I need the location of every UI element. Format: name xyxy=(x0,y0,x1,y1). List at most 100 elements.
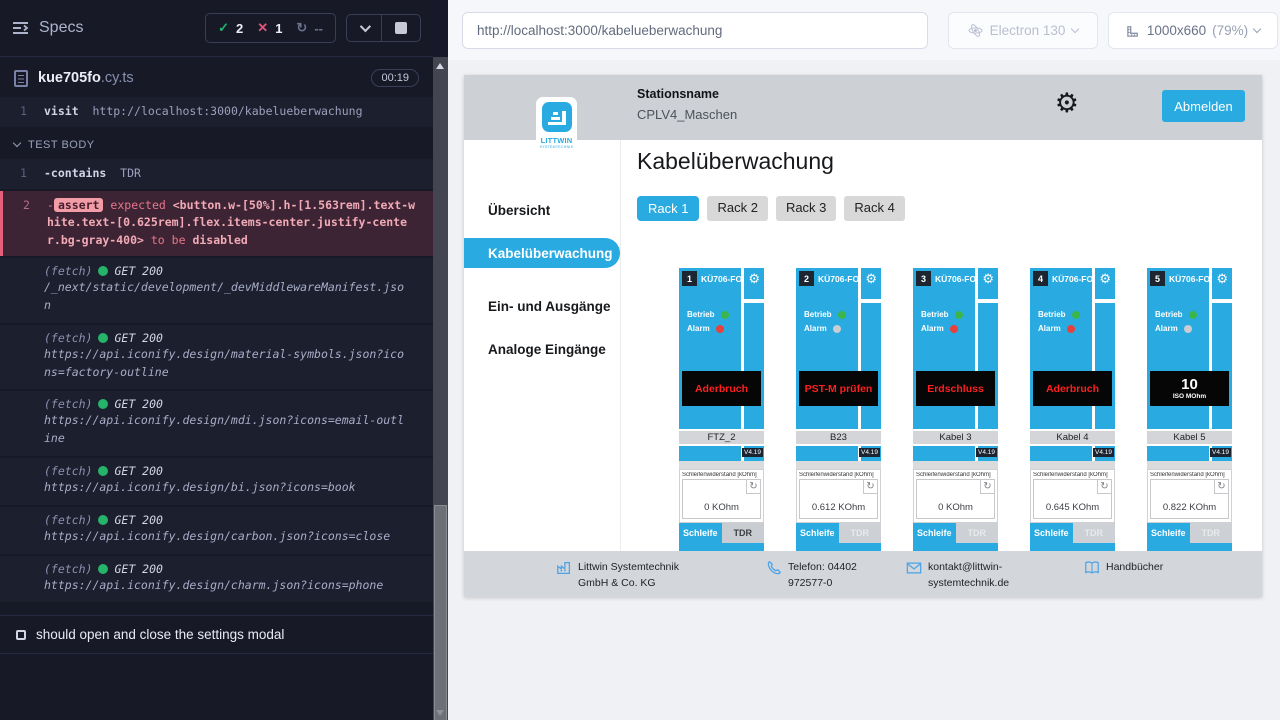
rack-tab[interactable]: Rack 2 xyxy=(707,196,767,221)
footer-item[interactable]: Telefon: 04402 972577-0 xyxy=(766,559,888,592)
betrieb-status: Betrieb xyxy=(687,310,729,319)
alarm-status: Alarm xyxy=(1038,324,1075,333)
fetch-method: GET 200 xyxy=(114,397,162,411)
settings-gear-icon[interactable]: ⚙ xyxy=(1055,90,1079,117)
fetch-log-row[interactable]: (fetch) GET 200 https://api.iconify.desi… xyxy=(0,556,433,603)
passed-count: 2 xyxy=(236,21,243,36)
test-stats: ✓ 2 ✕ 1 ↻ -- xyxy=(205,13,336,43)
littwin-logo: LITTWIN SYSTEMTECHNIK xyxy=(536,97,577,161)
rack-tab[interactable]: Rack 1 xyxy=(637,196,699,221)
schleife-button[interactable]: Schleife xyxy=(1030,523,1073,543)
rack-tab[interactable]: Rack 3 xyxy=(776,196,836,221)
card-gear-icon[interactable]: ⚙ xyxy=(982,271,994,287)
refresh-icon[interactable]: ↻ xyxy=(980,480,994,494)
scroll-down-arrow[interactable] xyxy=(436,710,444,716)
contains-command-row[interactable]: 1 -contains TDR xyxy=(0,159,433,189)
card-gear-icon[interactable]: ⚙ xyxy=(865,271,877,287)
collapse-button[interactable] xyxy=(347,15,381,41)
pending-test-row[interactable]: should open and close the settings modal xyxy=(0,615,433,654)
footer-item[interactable]: Littwin Systemtechnik GmbH & Co. KG xyxy=(556,559,708,592)
url-input[interactable] xyxy=(462,12,928,49)
fetch-log-row[interactable]: (fetch) GET 200 https://api.iconify.desi… xyxy=(0,507,433,554)
sidebar-item-1[interactable]: Kabelüberwachung xyxy=(464,238,620,268)
spec-file-row[interactable]: kue705fo.cy.ts 00:19 xyxy=(0,57,433,97)
card-gear-icon[interactable]: ⚙ xyxy=(1099,271,1111,287)
scrollbar-thumb[interactable] xyxy=(434,505,447,720)
specs-menu[interactable]: Specs xyxy=(12,19,83,37)
sidebar-item-2[interactable]: Ein- und Ausgänge xyxy=(464,291,620,321)
display-unit: ISO MOhm xyxy=(1173,393,1206,400)
menu-expand-icon xyxy=(12,21,29,35)
tdr-button[interactable]: TDR xyxy=(1190,523,1233,543)
scrollbar-track[interactable] xyxy=(433,57,448,720)
x-icon: ✕ xyxy=(257,20,268,36)
reporter-scrollbar[interactable] xyxy=(433,0,448,720)
refresh-icon[interactable]: ↻ xyxy=(1214,480,1228,494)
measurement-panel: Schleifenwiderstand [kOhm] ↻ 0 KOhm xyxy=(679,469,764,523)
tdr-button[interactable]: TDR xyxy=(839,523,882,543)
sidebar-item-0[interactable]: Übersicht xyxy=(464,195,620,225)
measurement-value: 0 KOhm xyxy=(683,502,760,513)
browser-name: Electron 130 xyxy=(990,23,1066,38)
stop-button[interactable] xyxy=(381,15,420,41)
betrieb-led xyxy=(838,311,846,319)
card-model-label: KÜ706-FO xyxy=(935,274,976,284)
viewport-select[interactable]: 1000x660 (79%) xyxy=(1108,12,1278,49)
app-main: Kabelüberwachung Rack 1 Rack 2 Rack 3 Ra… xyxy=(621,140,1262,551)
test-body-section[interactable]: TEST BODY xyxy=(0,129,433,159)
reporter-header: Specs ✓ 2 ✕ 1 ↻ -- xyxy=(0,0,433,57)
alarm-led xyxy=(1067,325,1075,333)
littwin-logo-icon xyxy=(542,102,572,132)
pending-test-title: should open and close the settings modal xyxy=(36,627,284,642)
betrieb-led xyxy=(1189,311,1197,319)
cypress-reporter-panel: Specs ✓ 2 ✕ 1 ↻ -- xyxy=(0,0,433,720)
command-log[interactable]: kue705fo.cy.ts 00:19 1 visit http://loca… xyxy=(0,57,433,720)
rack-tab[interactable]: Rack 4 xyxy=(844,196,904,221)
schleife-button[interactable]: Schleife xyxy=(679,523,722,543)
fetch-log-row[interactable]: (fetch) GET 200 https://api.iconify.desi… xyxy=(0,325,433,390)
betrieb-status: Betrieb xyxy=(921,310,963,319)
footer-item-text: Telefon: 04402 972577-0 xyxy=(788,559,888,592)
logout-button[interactable]: Abmelden xyxy=(1162,90,1245,122)
station-info: Stationsname CPLV4_Maschen xyxy=(637,87,737,122)
measurement-box: ↻ 0.645 KOhm xyxy=(1033,479,1112,519)
fetch-log-row[interactable]: (fetch) GET 200 /_next/static/developmen… xyxy=(0,258,433,323)
betrieb-status: Betrieb xyxy=(804,310,846,319)
station-name: CPLV4_Maschen xyxy=(637,107,737,122)
failed-stat: ✕ 1 xyxy=(257,20,282,36)
fetch-tag: (fetch) xyxy=(44,397,92,411)
fetch-log-row[interactable]: (fetch) GET 200 https://api.iconify.desi… xyxy=(0,458,433,505)
measurement-value: 0.645 KOhm xyxy=(1034,502,1111,513)
refresh-icon[interactable]: ↻ xyxy=(863,480,877,494)
spec-duration-badge: 00:19 xyxy=(371,69,419,87)
measurement-box: ↻ 0 KOhm xyxy=(682,479,761,519)
refresh-icon[interactable]: ↻ xyxy=(1097,480,1111,494)
card-gear-icon[interactable]: ⚙ xyxy=(748,271,760,287)
footer-item[interactable]: Handbücher xyxy=(1084,559,1163,581)
alarm-led xyxy=(950,325,958,333)
failed-count: 1 xyxy=(275,21,282,36)
fetch-url: https://api.iconify.design/mdi.json?icon… xyxy=(0,411,419,450)
card-gear-icon[interactable]: ⚙ xyxy=(1216,271,1228,287)
schleife-button[interactable]: Schleife xyxy=(796,523,839,543)
measurement-box: ↻ 0 KOhm xyxy=(916,479,995,519)
tdr-button[interactable]: TDR xyxy=(722,523,765,543)
measurement-panel: Schleifenwiderstand [kOhm] ↻ 0.822 KOhm xyxy=(1147,469,1232,523)
schleife-button[interactable]: Schleife xyxy=(913,523,956,543)
scroll-up-arrow[interactable] xyxy=(436,63,444,69)
electron-icon xyxy=(968,23,983,38)
footer-item[interactable]: kontakt@littwin-systemtechnik.de xyxy=(906,559,1023,592)
device-cards-row: 1 KÜ706-FO ⚙ Betrieb Alarm Aderbruch FTZ… xyxy=(679,268,1262,508)
command-text: -contains TDR xyxy=(44,165,419,183)
tdr-button[interactable]: TDR xyxy=(1073,523,1116,543)
fetch-log-row[interactable]: (fetch) GET 200 https://api.iconify.desi… xyxy=(0,391,433,456)
sidebar-item-3[interactable]: Analoge Eingänge xyxy=(464,334,620,364)
browser-select[interactable]: Electron 130 xyxy=(948,12,1098,49)
visit-command-row[interactable]: 1 visit http://localhost:3000/kabelueber… xyxy=(0,97,433,127)
tdr-button[interactable]: TDR xyxy=(956,523,999,543)
failed-assert-row[interactable]: 2 -assert expected <button.w-[50%].h-[1.… xyxy=(0,191,433,256)
app-footer: Littwin Systemtechnik GmbH & Co. KG Tele… xyxy=(464,551,1262,597)
measurement-label: Schleifenwiderstand [kOhm] xyxy=(1150,472,1229,478)
refresh-icon[interactable]: ↻ xyxy=(746,480,760,494)
schleife-button[interactable]: Schleife xyxy=(1147,523,1190,543)
